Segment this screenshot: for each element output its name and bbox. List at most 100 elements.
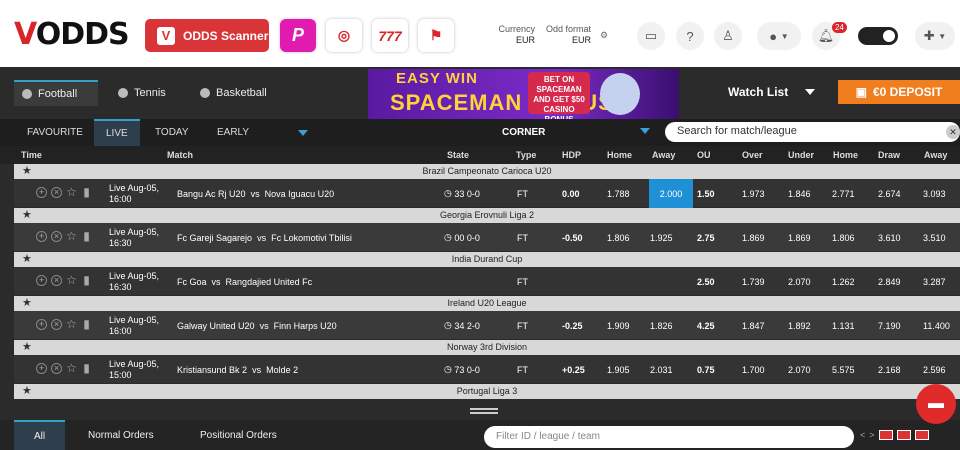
star-icon[interactable]: ☆: [66, 362, 77, 374]
odds-under[interactable]: 1.846: [788, 179, 811, 208]
language-menu[interactable]: ✚ ▼: [915, 22, 955, 50]
wallet-icon[interactable]: ▭: [637, 22, 665, 50]
chevron-right-icon[interactable]: >: [869, 430, 874, 440]
odds-x12-home[interactable]: 5.575: [832, 355, 855, 384]
odds-under[interactable]: 2.070: [788, 355, 811, 384]
odds-x12-home[interactable]: 1.131: [832, 311, 855, 340]
stats-icon[interactable]: ▮: [81, 274, 92, 286]
star-icon[interactable]: ☆: [66, 230, 77, 242]
star-icon[interactable]: ★: [22, 384, 32, 399]
stats-icon[interactable]: ▮: [81, 186, 92, 198]
slots-777-icon[interactable]: 777: [372, 19, 408, 52]
remove-icon[interactable]: ×: [51, 363, 62, 374]
odds-over[interactable]: 1.739: [742, 267, 765, 296]
stats-icon[interactable]: ▮: [81, 362, 92, 374]
stats-icon[interactable]: ▮: [81, 230, 92, 242]
chevron-down-icon[interactable]: [298, 130, 308, 136]
remove-icon[interactable]: ×: [51, 275, 62, 286]
odds-under[interactable]: 1.869: [788, 223, 811, 252]
tab-early[interactable]: EARLY: [217, 119, 249, 146]
sport-tab-basketball[interactable]: Basketball: [192, 80, 275, 106]
remove-icon[interactable]: ×: [51, 187, 62, 198]
add-icon[interactable]: +: [36, 231, 47, 242]
add-icon[interactable]: +: [36, 319, 47, 330]
order-filter-input[interactable]: Filter ID / league / team: [484, 426, 854, 448]
match-row[interactable]: + × ☆ ▮ Live Aug-05, 15:00 Kristiansund Bk…: [14, 355, 960, 384]
star-icon[interactable]: ★: [22, 164, 32, 179]
match-teams[interactable]: Galway United U20 vs Finn Harps U20: [177, 311, 337, 340]
promo-banner[interactable]: EASY WIN SPACEMAN BONUS BET ON SPACEMAN …: [368, 69, 679, 119]
match-teams[interactable]: Bangu Ac Rj U20 vs Nova Iguacu U20: [177, 179, 334, 208]
odds-over[interactable]: 1.847: [742, 311, 765, 340]
odds-hdp-home[interactable]: 1.909: [607, 311, 630, 340]
chat-icon[interactable]: ▬: [916, 384, 956, 424]
tab-favourite[interactable]: FAVOURITE: [27, 119, 83, 146]
race-flag-icon[interactable]: ⚑: [418, 19, 454, 52]
chevron-down-icon[interactable]: [640, 128, 650, 134]
star-icon[interactable]: ★: [22, 252, 32, 267]
odds-hdp[interactable]: +0.25: [562, 355, 585, 384]
odds-draw[interactable]: 2.849: [878, 267, 901, 296]
odds-over[interactable]: 1.700: [742, 355, 765, 384]
user-badge-icon[interactable]: ♙: [714, 22, 742, 50]
tab-normal-orders[interactable]: Normal Orders: [88, 420, 154, 450]
clear-icon[interactable]: ✕: [946, 125, 960, 139]
add-icon[interactable]: +: [36, 187, 47, 198]
match-row[interactable]: + × ☆ ▮ Live Aug-05, 16:30 Fc Gareji Sagar…: [14, 223, 960, 252]
theme-toggle[interactable]: [858, 27, 898, 45]
deposit-button[interactable]: ▣ €0 DEPOSIT: [838, 80, 960, 104]
star-icon[interactable]: ★: [22, 208, 32, 223]
star-icon[interactable]: ★: [22, 340, 32, 355]
odds-x12-home[interactable]: 2.771: [832, 179, 855, 208]
star-icon[interactable]: ☆: [66, 274, 77, 286]
match-teams[interactable]: Fc Gareji Sagarejo vs Fc Lokomotivi Tbil…: [177, 223, 352, 252]
odds-hdp-away[interactable]: 2.031: [650, 355, 673, 384]
match-search-input[interactable]: Search for match/league ✕: [665, 122, 960, 142]
odds-x12-away[interactable]: 3.510: [923, 223, 946, 252]
resize-handle[interactable]: [470, 408, 498, 414]
vodds-logo[interactable]: VODDS: [14, 17, 130, 52]
odds-under[interactable]: 2.070: [788, 267, 811, 296]
match-row[interactable]: + × ☆ ▮ Live Aug-05, 16:00 Galway United U…: [14, 311, 960, 340]
market-selector[interactable]: CORNER: [502, 127, 545, 138]
odds-x12-away[interactable]: 11.400: [923, 311, 950, 340]
flag-icon[interactable]: [878, 430, 893, 440]
odds-ou[interactable]: 4.25: [697, 311, 715, 340]
currency-selector[interactable]: Currency EUR: [490, 24, 535, 46]
tab-positional-orders[interactable]: Positional Orders: [200, 420, 277, 450]
odds-x12-home[interactable]: 1.806: [832, 223, 855, 252]
star-icon[interactable]: ☆: [66, 318, 77, 330]
help-icon[interactable]: ?: [676, 22, 704, 50]
odds-under[interactable]: 1.892: [788, 311, 811, 340]
odds-draw[interactable]: 2.168: [878, 355, 901, 384]
odds-scanner-button[interactable]: V ODDS Scanner: [145, 19, 269, 52]
odds-x12-home[interactable]: 1.262: [832, 267, 855, 296]
account-menu[interactable]: ● ▼: [757, 22, 801, 50]
odds-draw[interactable]: 7.190: [878, 311, 901, 340]
sport-tab-football[interactable]: Football: [14, 80, 98, 106]
left-scrollbar[interactable]: [0, 164, 14, 407]
match-row[interactable]: + × ☆ ▮ Live Aug-05, 16:00 Bangu Ac Rj U20…: [14, 179, 960, 208]
odds-over[interactable]: 1.973: [742, 179, 765, 208]
odds-format-selector[interactable]: Odd format EUR: [540, 24, 591, 46]
odds-hdp-home[interactable]: 1.806: [607, 223, 630, 252]
chevron-down-icon[interactable]: [805, 89, 815, 95]
chevron-left-icon[interactable]: <: [860, 430, 865, 440]
tab-live[interactable]: LIVE: [94, 119, 140, 146]
odds-hdp-away[interactable]: 2.000: [649, 179, 693, 208]
odds-hdp[interactable]: -0.25: [562, 311, 583, 340]
add-icon[interactable]: +: [36, 275, 47, 286]
sport-tab-tennis[interactable]: Tennis: [110, 80, 174, 106]
tab-today[interactable]: TODAY: [155, 119, 189, 146]
star-icon[interactable]: ☆: [66, 186, 77, 198]
match-row[interactable]: + × ☆ ▮ Live Aug-05, 16:30 Fc Goa vs Rangd…: [14, 267, 960, 296]
odds-draw[interactable]: 3.610: [878, 223, 901, 252]
odds-ou[interactable]: 2.75: [697, 223, 715, 252]
remove-icon[interactable]: ×: [51, 319, 62, 330]
odds-x12-away[interactable]: 2.596: [923, 355, 946, 384]
odds-ou[interactable]: 1.50: [697, 179, 715, 208]
odds-hdp[interactable]: 0.00: [562, 179, 580, 208]
match-teams[interactable]: Fc Goa vs Rangdajied United Fc: [177, 267, 312, 296]
odds-draw[interactable]: 2.674: [878, 179, 901, 208]
p-icon[interactable]: P: [280, 19, 316, 52]
